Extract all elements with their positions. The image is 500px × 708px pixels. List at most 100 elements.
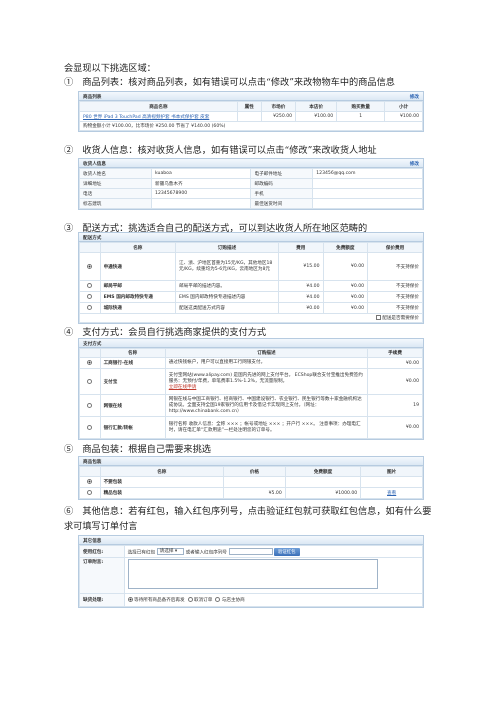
payment-radio-1[interactable] — [87, 378, 93, 384]
bonus-select-prefix: 选择已有红包 — [127, 550, 156, 555]
payment-desc-2: 网银在线与中国工商银行、招商银行、中国建设银行、农业银行、民生银行等数十家金融机… — [164, 394, 369, 417]
table-row: 城际快递 配送这类配送方式内容 ¥0.00 ¥0.00 不支持保价 — [79, 302, 423, 314]
shipping-radio-1[interactable] — [87, 283, 93, 288]
shortage-radio-0[interactable] — [127, 597, 133, 602]
payment-panel-header: 支付方式 — [79, 339, 423, 348]
consignee-address-value: 新疆乌鲁木齐 — [151, 178, 252, 189]
goods-panel-title: 商品列表 — [83, 95, 102, 100]
goods-col-name: 商品名称 — [79, 101, 238, 112]
payment-radio-0[interactable] — [87, 360, 93, 365]
goods-col-qty: 购买数量 — [336, 101, 386, 112]
bonus-sn-input[interactable] — [228, 548, 273, 555]
consignee-building-label: 标志建筑 — [78, 198, 153, 209]
payment-fee-0: ¥0.00 — [367, 357, 423, 369]
payment-radio-2[interactable] — [87, 402, 93, 408]
consignee-panel-header: 收货人信息 修改 — [79, 159, 423, 168]
shipping-panel-title: 配送方式 — [83, 236, 102, 241]
postscript-textarea[interactable] — [127, 559, 378, 589]
payment-col-fee: 手续费 — [367, 348, 423, 358]
goods-col-subtotal: 小计 — [384, 101, 423, 112]
consignee-edit-link[interactable]: 修改 — [410, 161, 419, 167]
table-row: EMS 国内邮政特快专递 EMS 国内邮政特快专递描述内容 ¥4.00 ¥0.0… — [79, 291, 423, 303]
packing-name-0: 不要包装 — [99, 476, 225, 488]
packing-radio-1[interactable] — [87, 490, 93, 495]
payment-fee-1: ¥0.00 — [367, 368, 423, 395]
shipping-radio-0[interactable] — [87, 263, 93, 269]
shortage-label: 缺货处理: — [79, 593, 125, 607]
shortage-option-0: 等待所有商品备齐后再发 — [134, 598, 185, 603]
packing-col-img: 图片 — [360, 466, 423, 477]
consignee-email-label: 电子邮件地址 — [250, 168, 314, 179]
table-row: 详细地址 新疆乌鲁木齐 邮政编码 — [78, 178, 423, 189]
bonus-input-hint: 或者输入红包序列号 — [185, 550, 228, 555]
goods-item-market: ¥250.00 — [260, 111, 297, 122]
consignee-building-value — [151, 198, 252, 209]
shortage-radio-1[interactable] — [187, 597, 193, 602]
consignee-table: 收货人姓名 kuaboa 电子邮件地址 123456@qq.com 详细地址 新… — [78, 168, 423, 209]
shipping-col-desc: 订购描述 — [175, 242, 279, 253]
caption-other: ⑥ 其他信息：若有红包，输入红包序列号，点击验证红包就可获取红包信息，如有什么要… — [64, 506, 432, 532]
goods-edit-link[interactable]: 修改 — [410, 94, 419, 100]
shipping-desc-2: EMS 国内邮政特快专递描述内容 — [175, 291, 279, 303]
shipping-fee-0: ¥15.00 — [277, 252, 324, 281]
caption-goods: ① 商品列表：核对商品列表，如有错误可以点击“修改”来改物物车中的商品信息 — [64, 77, 395, 88]
other-table: 使用红包: 选择已有红包 请选择 ▾ 或者输入红包序列号 验证红包 订单附言: … — [79, 545, 424, 607]
payment-panel: 支付方式 名称 订购描述 手续费 工商银行-在线 通过快钱帐户，用户可以直接用工… — [78, 338, 424, 440]
packing-radio-0[interactable] — [87, 479, 93, 484]
other-panel-header: 其它信息 — [79, 536, 423, 545]
goods-item-attr — [236, 111, 262, 122]
payment-name-3: 银行汇款/转帐 — [99, 416, 166, 439]
shipping-panel-header: 配送方式 — [79, 233, 423, 242]
payment-desc-3: 银行名称 收款人信息：全称 ××× ；帐号或地址 ××× ；开户行 ×××。 注… — [164, 416, 369, 439]
shipping-panel: 配送方式 名称 订购描述 费用 免费额度 保价费用 申通快递 江、浙、沪地区首重… — [78, 232, 424, 324]
shipping-free-1: ¥0.00 — [322, 280, 369, 292]
table-row: 不要包装 — [79, 476, 423, 488]
goods-summary: 购物金额小计 ¥100.00，比市场价 ¥250.00 节省了 ¥140.00 … — [79, 121, 423, 131]
goods-panel: 商品列表 修改 商品名称 属性 市场价 本店价 购买数量 小计 P80 世界 i… — [78, 91, 424, 132]
shipping-radio-3[interactable] — [87, 305, 93, 310]
caption-packing: ⑤ 商品包装：根据自己需要来挑选 — [64, 444, 211, 455]
payment-table: 名称 订购描述 手续费 工商银行-在线 通过快钱帐户，用户可以直接用工行网银支付… — [79, 348, 423, 439]
goods-item-qty: 1 — [336, 111, 386, 122]
packing-col-name: 名称 — [99, 466, 225, 477]
shipping-fee-3: ¥0.00 — [277, 302, 324, 314]
insure-checkbox[interactable] — [375, 315, 381, 320]
payment-name-0: 工商银行-在线 — [99, 357, 166, 369]
payment-fee-2: 19 — [367, 394, 423, 417]
packing-view-link[interactable]: 查看 — [387, 491, 396, 496]
payment-radio-3[interactable] — [87, 424, 93, 430]
shipping-col-name: 名称 — [99, 242, 177, 253]
goods-item-price: ¥100.00 — [295, 111, 338, 122]
shipping-desc-3: 配送这类配送方式内容 — [175, 302, 279, 314]
other-panel-title: 其它信息 — [83, 539, 102, 544]
shipping-insure-1: 不支持保价 — [367, 280, 423, 292]
shortage-option-2: 与店主协商 — [221, 598, 245, 603]
goods-item-link[interactable]: P80 世界 iPad 3 TouchPad 高清视频护套 书本式保护套 皮套 — [83, 115, 209, 120]
shipping-table: 名称 订购描述 费用 免费额度 保价费用 申通快递 江、浙、沪地区首重为15元/… — [79, 242, 423, 323]
table-row: 精品包装 ¥5.00 ¥1000.00 查看 — [79, 487, 423, 499]
table-row: 申通快递 江、浙、沪地区首重为15元/KG，其他地区18元/KG，续重均为5-6… — [79, 252, 423, 281]
packing-panel-header: 商品包装 — [79, 457, 423, 466]
consignee-mobile-label: 手机 — [250, 188, 314, 199]
packing-price-1: ¥5.00 — [223, 487, 286, 499]
shipping-fee-1: ¥4.00 — [277, 280, 324, 292]
shipping-insure-0: 不支持保价 — [367, 252, 423, 281]
shipping-desc-1: 邮局平邮的描述内容。 — [175, 280, 279, 292]
goods-panel-header: 商品列表 修改 — [79, 92, 423, 101]
alipay-apply-link[interactable]: 立即在线申请 — [169, 385, 197, 390]
verify-bonus-button[interactable]: 验证红包 — [273, 547, 300, 556]
payment-desc-1: 支付宝网站(www.alipay.com) 是国内先进的网上支付平台。 ECSh… — [168, 372, 363, 384]
consignee-besttime-label: 最佳送货时间 — [250, 198, 314, 209]
shipping-insure-3: 不支持保价 — [367, 302, 423, 314]
postscript-label: 订单附言: — [79, 557, 125, 594]
consignee-address-label: 详细地址 — [78, 178, 153, 189]
consignee-panel: 收货人信息 修改 收货人姓名 kuaboa 电子邮件地址 123456@qq.c… — [78, 158, 424, 210]
shipping-radio-2[interactable] — [87, 294, 93, 299]
bonus-select[interactable]: 请选择 ▾ — [156, 548, 185, 555]
table-row: 银行汇款/转帐 银行名称 收款人信息：全称 ××× ；帐号或地址 ××× ；开户… — [79, 416, 423, 439]
shortage-radio-2[interactable] — [215, 597, 221, 602]
bonus-label: 使用红包: — [79, 545, 125, 558]
payment-col-desc: 订购描述 — [164, 348, 369, 358]
packing-name-1: 精品包装 — [99, 487, 225, 499]
table-row: 工商银行-在线 通过快钱帐户，用户可以直接用工行网银支付。 ¥0.00 — [79, 357, 423, 369]
